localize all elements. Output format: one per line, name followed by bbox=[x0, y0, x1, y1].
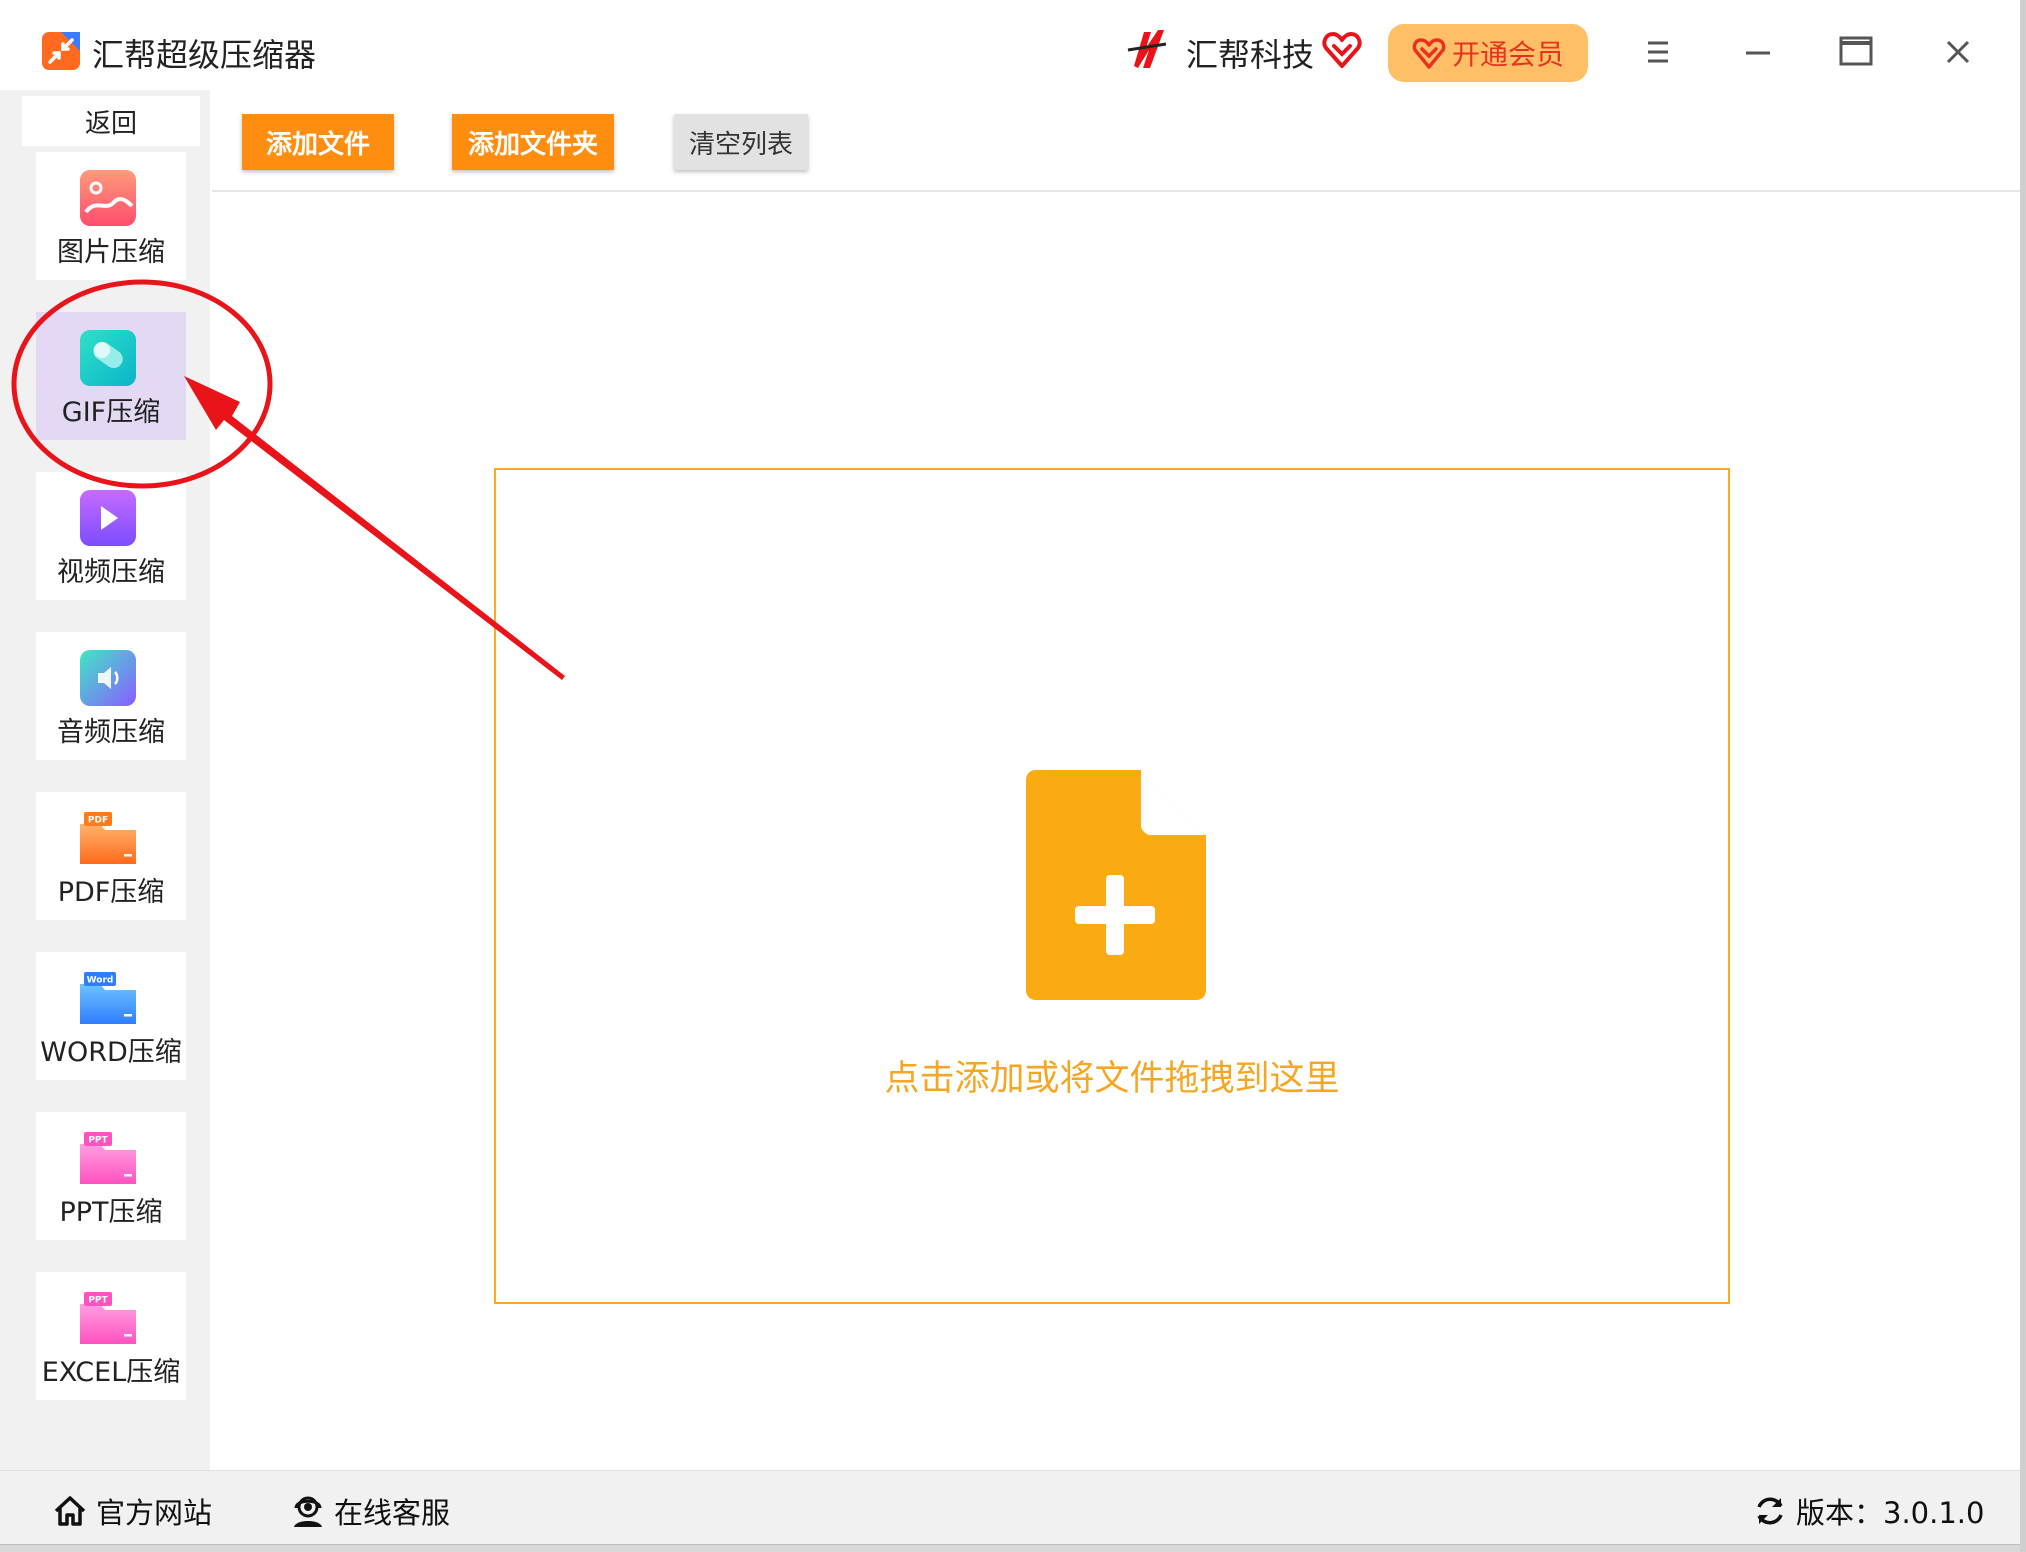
status-bar: 官方网站 在线客服 版本：3.0.1.0 bbox=[0, 1470, 2020, 1544]
sidebar-item-label: 音频压缩 bbox=[57, 717, 165, 748]
maximize-icon[interactable] bbox=[1834, 30, 1878, 74]
brand-logo-icon bbox=[1127, 30, 1167, 68]
excel-folder-icon: PPT bbox=[80, 1292, 136, 1344]
excel-badge: PPT bbox=[88, 1296, 108, 1306]
app-logo-icon bbox=[42, 32, 80, 70]
sidebar-item-label: WORD压缩 bbox=[40, 1037, 182, 1068]
gif-icon bbox=[80, 330, 136, 386]
sidebar-item-audio[interactable]: 音频压缩 bbox=[36, 632, 186, 760]
version-info: 版本：3.0.1.0 bbox=[1752, 1491, 1984, 1531]
brand-name: 汇帮科技 bbox=[1186, 36, 1315, 74]
version-label: 版本：3.0.1.0 bbox=[1796, 1496, 1985, 1530]
toolbar: 添加文件 添加文件夹 清空列表 bbox=[212, 90, 2020, 192]
sidebar-item-label: GIF压缩 bbox=[61, 397, 161, 428]
sidebar-item-label: PPT压缩 bbox=[59, 1197, 163, 1228]
ppt-folder-icon: PPT bbox=[80, 1132, 136, 1184]
close-icon[interactable] bbox=[1936, 30, 1980, 74]
word-folder-icon: Word bbox=[80, 972, 136, 1024]
vip-label: 开通会员 bbox=[1451, 38, 1564, 71]
menu-icon[interactable] bbox=[1636, 30, 1680, 74]
back-button[interactable]: 返回 bbox=[22, 96, 200, 146]
official-website-link[interactable]: 官方网站 bbox=[52, 1491, 212, 1531]
sidebar-item-gif[interactable]: GIF压缩 bbox=[36, 312, 186, 440]
sidebar-item-image[interactable]: 图片压缩 bbox=[36, 152, 186, 280]
word-badge: Word bbox=[87, 976, 114, 986]
sidebar-item-label: PDF压缩 bbox=[57, 877, 165, 908]
ppt-badge: PPT bbox=[88, 1136, 108, 1146]
app-title: 汇帮超级压缩器 bbox=[92, 36, 317, 74]
title-bar: 汇帮超级压缩器 汇帮科技 开通会员 bbox=[0, 0, 2020, 90]
add-file-button[interactable]: 添加文件 bbox=[242, 114, 394, 170]
sidebar-item-ppt[interactable]: PPT PPT压缩 bbox=[36, 1112, 186, 1240]
dropzone-text: 点击添加或将文件拖拽到这里 bbox=[884, 1059, 1340, 1099]
sidebar: 返回 图片压缩 GIF压缩 视频压缩 音频压缩 PDF PDF压缩 Word W… bbox=[0, 90, 210, 1470]
minimize-icon[interactable] bbox=[1736, 30, 1780, 74]
vip-button[interactable]: 开通会员 bbox=[1388, 24, 1588, 82]
audio-icon bbox=[80, 650, 136, 706]
clear-list-button[interactable]: 清空列表 bbox=[674, 114, 808, 170]
pdf-badge: PDF bbox=[88, 816, 108, 826]
support-headset-icon bbox=[294, 1496, 322, 1527]
sidebar-item-pdf[interactable]: PDF PDF压缩 bbox=[36, 792, 186, 920]
sidebar-item-word[interactable]: Word WORD压缩 bbox=[36, 952, 186, 1080]
add-folder-button[interactable]: 添加文件夹 bbox=[452, 114, 614, 170]
main-content: 点击添加或将文件拖拽到这里 bbox=[212, 192, 2020, 1470]
pdf-folder-icon: PDF bbox=[80, 812, 136, 864]
sidebar-item-video[interactable]: 视频压缩 bbox=[36, 472, 186, 600]
background-window-edge bbox=[2020, 0, 2026, 1552]
video-icon bbox=[80, 490, 136, 546]
file-dropzone[interactable]: 点击添加或将文件拖拽到这里 bbox=[494, 468, 1730, 1304]
file-add-icon bbox=[1026, 770, 1206, 1000]
heart-icon bbox=[1322, 32, 1362, 68]
image-icon bbox=[80, 170, 136, 226]
sidebar-item-label: EXCEL压缩 bbox=[41, 1357, 181, 1388]
refresh-icon bbox=[1757, 1497, 1783, 1525]
official-website-label: 官方网站 bbox=[96, 1496, 213, 1530]
sidebar-item-label: 视频压缩 bbox=[57, 557, 165, 588]
sidebar-item-label: 图片压缩 bbox=[57, 237, 165, 268]
sidebar-item-excel[interactable]: PPT EXCEL压缩 bbox=[36, 1272, 186, 1400]
home-icon bbox=[54, 1496, 86, 1526]
online-support-link[interactable]: 在线客服 bbox=[290, 1491, 450, 1531]
app-window: 汇帮超级压缩器 汇帮科技 开通会员 返回 图片压缩 GIF压缩 视频压缩 音频压… bbox=[0, 0, 2021, 1545]
online-support-label: 在线客服 bbox=[334, 1496, 451, 1530]
diamond-icon bbox=[1412, 38, 1446, 69]
